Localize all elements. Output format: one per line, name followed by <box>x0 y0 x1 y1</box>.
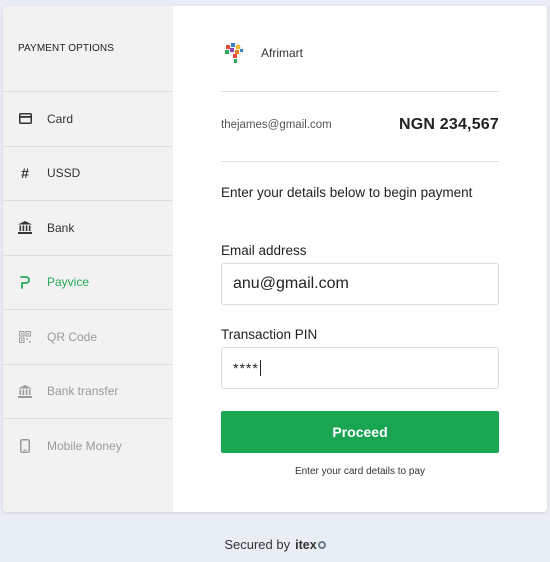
sidebar-item-label: QR Code <box>47 329 98 344</box>
qr-code-icon <box>18 330 32 344</box>
sidebar-item-label: Card <box>47 111 74 126</box>
divider <box>221 161 499 162</box>
sidebar-item-qr-code[interactable]: QR Code <box>3 310 173 365</box>
payment-options-sidebar: PAYMENT OPTIONS Card # USSD Bank Payvice <box>3 6 173 512</box>
customer-summary: thejames@gmail.com NGN 234,567 <box>221 116 499 134</box>
sidebar-item-ussd[interactable]: # USSD <box>3 147 173 201</box>
credit-card-icon <box>18 112 32 126</box>
payment-main-panel: Afrimart thejames@gmail.com NGN 234,567 … <box>173 6 547 512</box>
form-instructions: Enter your details below to begin paymen… <box>221 185 473 200</box>
payment-card: PAYMENT OPTIONS Card # USSD Bank Payvice <box>3 6 547 512</box>
sidebar-item-mobile-money[interactable]: Mobile Money <box>3 419 173 474</box>
itex-logo: itex <box>295 538 326 552</box>
customer-email: thejames@gmail.com <box>221 119 332 131</box>
sidebar-item-payvice[interactable]: Payvice <box>3 256 173 310</box>
email-field-value: anu@gmail.com <box>233 275 349 292</box>
itex-brand-text: itex <box>295 537 317 552</box>
pin-label: Transaction PIN <box>221 327 318 342</box>
email-label: Email address <box>221 243 307 258</box>
pin-field-value: **** <box>233 360 259 376</box>
secured-by-text: Secured by <box>224 537 291 552</box>
sidebar-item-label: Bank transfer <box>47 384 119 399</box>
proceed-button[interactable]: Proceed <box>221 411 499 453</box>
transaction-pin-field[interactable]: **** <box>221 347 499 389</box>
sidebar-item-card[interactable]: Card <box>3 92 173 147</box>
sidebar-item-label: USSD <box>47 166 81 181</box>
bank-icon <box>18 384 32 398</box>
merchant-name: Afrimart <box>261 46 303 60</box>
secured-by-footer: Secured by itex <box>0 537 550 552</box>
mobile-phone-icon <box>18 439 32 454</box>
email-field[interactable]: anu@gmail.com <box>221 263 499 305</box>
sidebar-item-label: Payvice <box>47 275 90 290</box>
merchant-header: Afrimart <box>221 40 303 66</box>
card-details-hint: Enter your card details to pay <box>294 466 426 477</box>
hash-icon: # <box>21 165 29 182</box>
sidebar-item-bank-transfer[interactable]: Bank transfer <box>3 365 173 419</box>
payment-amount: NGN 234,567 <box>398 116 499 133</box>
sidebar-item-bank[interactable]: Bank <box>3 201 173 256</box>
bank-icon <box>18 221 32 235</box>
itex-logo-icon <box>317 540 326 549</box>
africa-map-logo-icon <box>221 40 247 66</box>
divider <box>221 91 499 92</box>
sidebar-item-label: Bank <box>47 220 75 235</box>
payment-options-title: PAYMENT OPTIONS <box>3 6 173 92</box>
text-cursor <box>259 360 261 376</box>
payvice-icon <box>18 275 32 290</box>
sidebar-item-label: Mobile Money <box>47 439 122 454</box>
